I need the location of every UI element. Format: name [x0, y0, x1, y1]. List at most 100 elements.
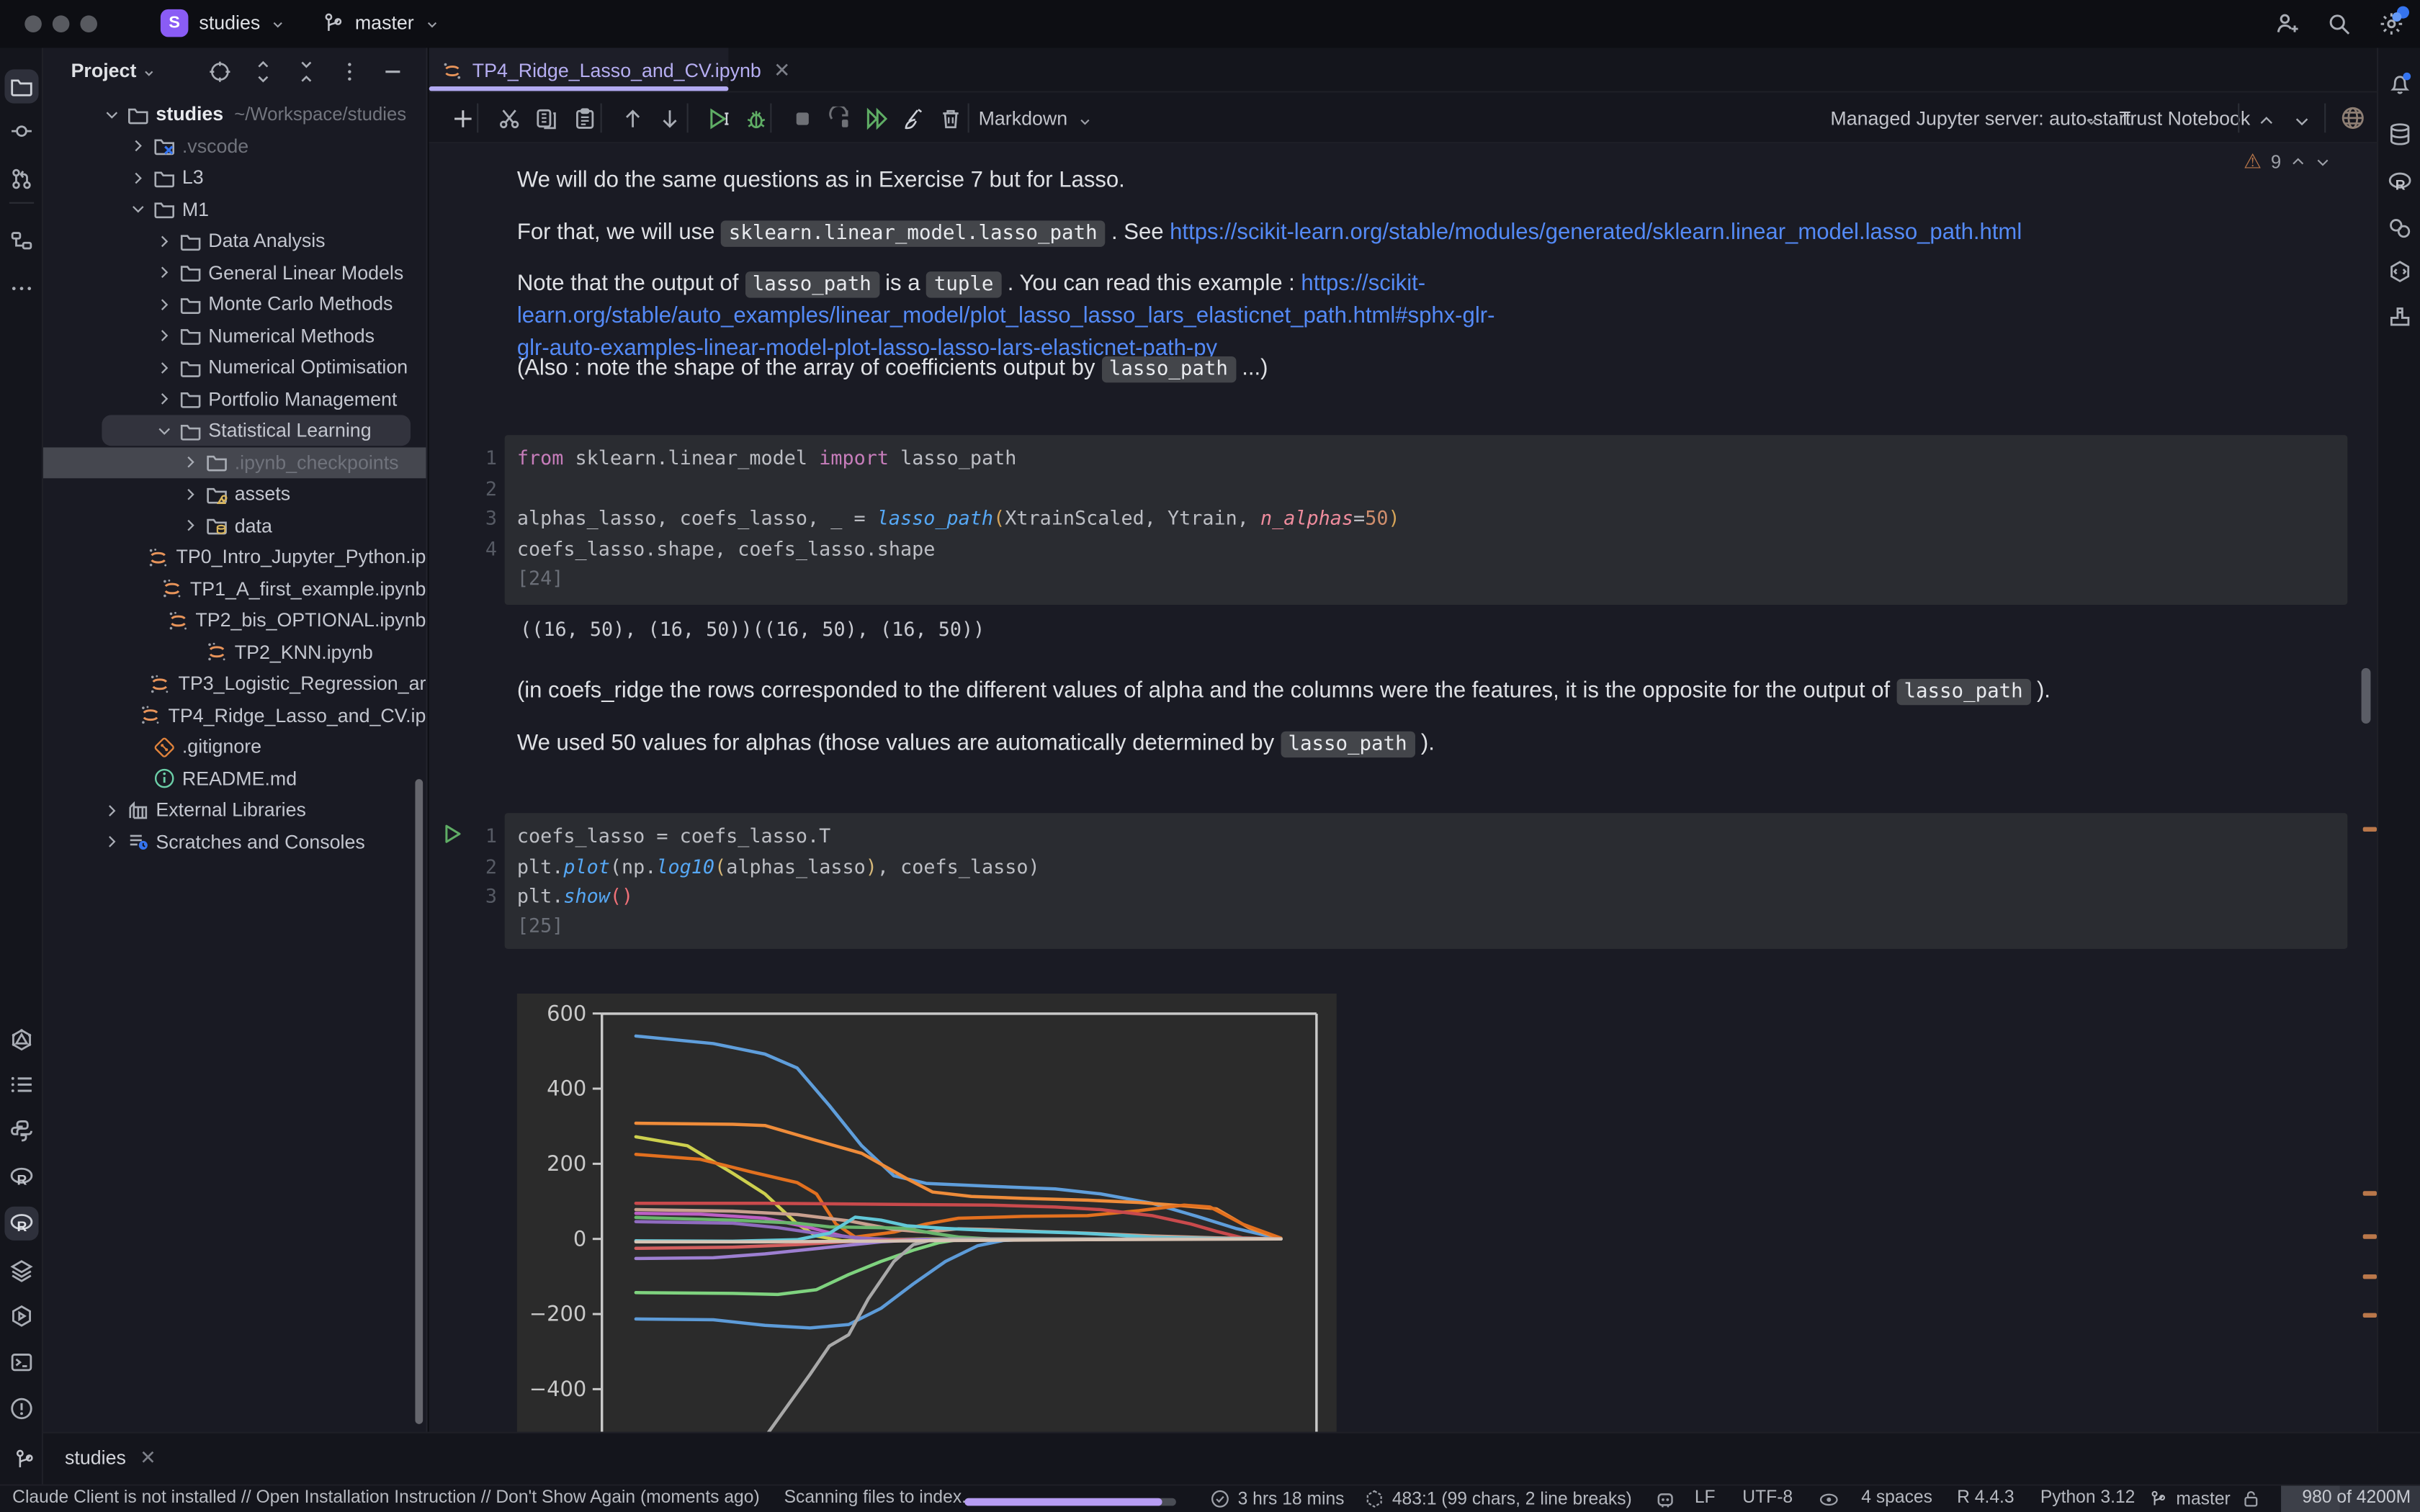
r-version-widget[interactable]: R 4.4.3	[1957, 1489, 2014, 1508]
chevron-right-icon[interactable]	[128, 136, 153, 156]
stripe-layers[interactable]	[4, 1253, 38, 1287]
tree-item-readme-md[interactable]: README.md	[43, 763, 426, 794]
git-branch-widget[interactable]: master	[2148, 1489, 2231, 1509]
search-icon[interactable]	[2326, 11, 2352, 37]
memory-indicator[interactable]: 980 of 4200M	[2281, 1486, 2420, 1512]
cut-cell-button[interactable]	[493, 102, 526, 135]
chevron-right-icon[interactable]	[181, 516, 205, 536]
tree-item-scratches-and-consoles[interactable]: Scratches and Consoles	[43, 827, 426, 858]
indent-widget[interactable]: 4 spaces	[1861, 1489, 1932, 1508]
tree-item-statistical-learning[interactable]: Statistical Learning	[43, 415, 426, 446]
code-line[interactable]: coefs_lasso = coefs_lasso.T	[517, 821, 830, 851]
expand-all-icon[interactable]	[251, 60, 274, 84]
stripe-r-console[interactable]: R	[4, 1160, 38, 1194]
tree-item-portfolio-management[interactable]: Portfolio Management	[43, 384, 426, 415]
editor-scrollbar[interactable]	[2362, 668, 2371, 724]
stripe-ai-assistant[interactable]	[2383, 212, 2417, 246]
code-line[interactable]: alphas_lasso, coefs_lasso, _ = lasso_pat…	[517, 503, 1400, 534]
tree-item-numerical-methods[interactable]: Numerical Methods	[43, 320, 426, 351]
stripe-problems[interactable]	[4, 1392, 38, 1426]
ai-assistant-status-icon[interactable]	[1654, 1489, 1676, 1511]
error-stripe-mark[interactable]	[2363, 1274, 2377, 1279]
tool-window-tab-close-icon[interactable]: ✕	[140, 1446, 156, 1469]
encoding-widget[interactable]: UTF-8	[1742, 1489, 1793, 1508]
stripe-project-folder[interactable]	[4, 69, 38, 103]
tree-item-numerical-optimisation[interactable]: Numerical Optimisation	[43, 352, 426, 383]
more-vertical-icon[interactable]	[338, 60, 361, 84]
copy-cell-button[interactable]	[529, 102, 563, 135]
line-ending-widget[interactable]: LF	[1695, 1489, 1716, 1508]
tree-item-tp4-ridge-lasso-and-cv-ip[interactable]: TP4_Ridge_Lasso_and_CV.ip	[43, 700, 426, 731]
stripe-services[interactable]	[4, 1299, 38, 1333]
run-all-button[interactable]	[860, 102, 894, 135]
window-zoom-button[interactable]	[80, 15, 97, 32]
chevron-right-icon[interactable]	[154, 357, 179, 377]
code-line[interactable]: plt.show()	[517, 881, 633, 912]
git-branch-icon[interactable]	[12, 1447, 37, 1472]
settings-icon[interactable]	[2378, 11, 2404, 37]
tree-item-tp2-knn-ipynb[interactable]: TP2_KNN.ipynb	[43, 636, 426, 667]
stripe-terminal[interactable]	[4, 1346, 38, 1380]
locate-icon[interactable]	[208, 60, 231, 84]
tree-item-tp2-bis-optional-ipynb[interactable]: TP2_bis_OPTIONAL.ipynb	[43, 605, 426, 636]
trust-notebook-button[interactable]: Trust Notebook	[2119, 108, 2250, 130]
chevron-right-icon[interactable]	[154, 230, 179, 251]
chevron-right-icon[interactable]	[181, 452, 205, 472]
stripe-python-packages[interactable]	[4, 1114, 38, 1148]
restart-kernel-button[interactable]	[823, 102, 856, 135]
stripe-notifications[interactable]	[2383, 66, 2417, 100]
status-message[interactable]: Claude Client is not installed // Open I…	[12, 1489, 760, 1508]
session-time-widget[interactable]: 3 hrs 18 mins	[1210, 1489, 1344, 1509]
chevron-right-icon[interactable]	[102, 800, 126, 820]
chevron-down-icon[interactable]	[154, 420, 179, 441]
tree-item-tp3-logistic-regression-ar[interactable]: TP3_Logistic_Regression_ar	[43, 668, 426, 699]
code-line[interactable]: plt.plot(np.log10(alphas_lasso), coefs_l…	[517, 851, 1040, 881]
tree-item-studies[interactable]: studies~/Workspace/studies	[43, 99, 426, 130]
tree-item-data-analysis[interactable]: Data Analysis	[43, 225, 426, 256]
tree-item--gitignore[interactable]: .gitignore	[43, 732, 426, 762]
chevron-right-icon[interactable]	[154, 389, 179, 409]
stripe-database[interactable]	[2383, 117, 2417, 151]
paste-cell-button[interactable]	[568, 102, 602, 135]
chevron-right-icon[interactable]	[181, 484, 205, 504]
branch-switcher[interactable]: master	[355, 12, 414, 34]
stripe-pull-requests[interactable]	[4, 162, 38, 196]
stripe-graphql[interactable]	[4, 1023, 38, 1057]
project-switcher[interactable]: studies	[199, 12, 260, 34]
add-cell-button[interactable]	[446, 102, 480, 135]
next-problem-icon[interactable]	[2315, 154, 2330, 169]
stripe-hexagon-tool[interactable]	[2383, 255, 2417, 289]
code-line[interactable]: from sklearn.linear_model import lasso_p…	[517, 443, 1017, 473]
project-scrollbar[interactable]	[415, 779, 423, 1424]
lock-icon[interactable]	[2241, 1489, 2261, 1509]
clear-outputs-button[interactable]	[897, 102, 931, 135]
tree-item-tp1-a-first-example-ipynb[interactable]: TP1_A_first_example.ipynb	[43, 573, 426, 604]
tree-item-external-libraries[interactable]: External Libraries	[43, 795, 426, 826]
stripe-plugins[interactable]	[2383, 300, 2417, 333]
tree-item-m1[interactable]: M1	[43, 194, 426, 225]
project-panel-title[interactable]: Project	[71, 60, 137, 82]
tree-item--vscode[interactable]: .vscode	[43, 130, 426, 161]
stripe-r-graphics[interactable]: R	[2383, 165, 2417, 199]
run-cell-gutter-icon[interactable]	[442, 822, 465, 845]
chevron-right-icon[interactable]	[128, 168, 153, 188]
tree-item-tp0-intro-jupyter-python-ip[interactable]: TP0_Intro_Jupyter_Python.ip	[43, 541, 426, 572]
delete-cell-button[interactable]	[933, 102, 967, 135]
prev-cell-icon[interactable]	[2258, 112, 2275, 130]
code-line[interactable]: coefs_lasso.shape, coefs_lasso.shape	[517, 534, 936, 564]
next-cell-icon[interactable]	[2293, 112, 2311, 130]
caret-position-widget[interactable]: 483:1 (99 chars, 2 line breaks)	[1364, 1489, 1631, 1509]
move-up-button[interactable]	[616, 102, 650, 135]
tool-window-tab-studies[interactable]: studies ✕	[65, 1446, 156, 1469]
tree-item-monte-carlo-methods[interactable]: Monte Carlo Methods	[43, 289, 426, 320]
chevron-right-icon[interactable]	[154, 325, 179, 346]
chevron-down-icon[interactable]	[102, 104, 126, 125]
hide-icon[interactable]	[381, 60, 404, 84]
error-stripe-mark[interactable]	[2363, 1313, 2377, 1318]
tree-item-l3[interactable]: L3	[43, 162, 426, 193]
inspections-widget[interactable]: ⚠ 9	[2244, 150, 2331, 174]
stripe-structure[interactable]	[4, 224, 38, 258]
debug-cell-button[interactable]	[739, 102, 773, 135]
python-interpreter-widget[interactable]: Python 3.12	[2040, 1489, 2136, 1508]
window-minimize-button[interactable]	[53, 15, 70, 32]
